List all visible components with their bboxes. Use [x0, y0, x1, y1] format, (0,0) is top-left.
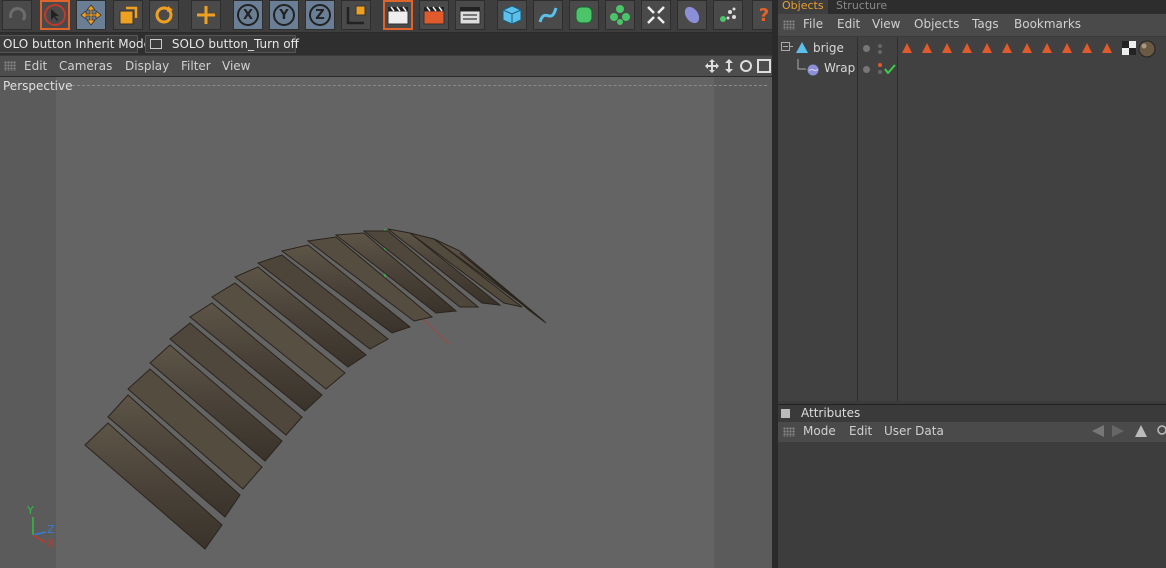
render-visibility-dot[interactable] [878, 63, 882, 67]
object-name[interactable]: Wrap [824, 61, 855, 75]
null-object-icon [796, 42, 808, 53]
attributes-menu-user-data[interactable]: User Data [884, 424, 944, 438]
world-axis-x-label: X [47, 537, 55, 550]
solo-bar: OLO button Inherit Mode SOLO button_Turn… [0, 33, 777, 55]
zoom-icon[interactable] [723, 59, 735, 73]
up-arrow-icon[interactable] [1134, 424, 1148, 438]
column-separator [857, 37, 858, 401]
rotate-icon[interactable] [149, 0, 179, 30]
solo-inherit-mode-button[interactable]: OLO button Inherit Mode [0, 35, 151, 53]
pan-icon[interactable] [705, 59, 719, 73]
viewport-menu-filter[interactable]: Filter [181, 59, 211, 73]
search-icon[interactable] [1155, 424, 1166, 438]
viewport-menu-edit[interactable]: Edit [24, 59, 47, 73]
main-toolbar: X Y Z ? [0, 0, 777, 33]
live-selection-icon[interactable] [40, 0, 70, 30]
coordinate-system-icon[interactable] [341, 0, 371, 30]
tag-row [902, 43, 1112, 53]
particles-icon[interactable] [713, 0, 743, 30]
grip-icon[interactable] [4, 61, 16, 71]
scale-icon[interactable] [113, 0, 143, 30]
collapse-icon[interactable] [781, 42, 793, 54]
y-axis-icon[interactable]: Y [269, 0, 299, 30]
cloner-icon[interactable] [605, 0, 635, 30]
object-name[interactable]: brige [813, 41, 844, 55]
enabled-check-icon[interactable] [884, 64, 896, 74]
attributes-menu-edit[interactable]: Edit [849, 424, 872, 438]
objects-menu-file[interactable]: File [803, 17, 823, 31]
solo-turn-off-label: SOLO button_Turn off [171, 37, 299, 51]
editor-visibility-dot[interactable] [863, 66, 870, 73]
world-axis-y-label: Y [27, 504, 34, 517]
render-settings-icon[interactable] [455, 0, 485, 30]
subdivision-icon[interactable] [569, 0, 599, 30]
orbit-icon[interactable] [739, 59, 753, 73]
world-axis-gizmo [32, 517, 47, 544]
undo-icon[interactable] [2, 0, 32, 30]
solo-turn-off-button[interactable]: SOLO button_Turn off [145, 35, 299, 53]
move-icon[interactable] [76, 0, 106, 30]
cube-icon[interactable] [497, 0, 527, 30]
objects-menu-view[interactable]: View [872, 17, 900, 31]
attributes-menu-mode[interactable]: Mode [803, 424, 836, 438]
grip-icon[interactable] [783, 20, 795, 30]
objects-menu-bookmarks[interactable]: Bookmarks [1014, 17, 1081, 31]
attributes-header: Attributes [778, 404, 1166, 423]
solo-icon [150, 39, 162, 49]
render-picture-icon[interactable] [419, 0, 449, 30]
wrap-deformer-icon [807, 64, 819, 76]
forward-arrow-icon[interactable] [1110, 425, 1126, 437]
deformer-icon[interactable] [641, 0, 671, 30]
viewport-menu-cameras[interactable]: Cameras [59, 59, 112, 73]
bridge-planks [84, 228, 547, 550]
viewport-menubar: Edit Cameras Display Filter View [0, 56, 774, 77]
objects-menu-tags[interactable]: Tags [972, 17, 999, 31]
world-axis-z-label: Z [47, 523, 55, 536]
object-row-brige[interactable]: brige [778, 39, 1166, 59]
viewport-menu-view[interactable]: View [222, 59, 250, 73]
objects-menu-objects[interactable]: Objects [914, 17, 959, 31]
spline-icon[interactable] [533, 0, 563, 30]
column-separator [897, 37, 898, 401]
z-axis-icon[interactable]: Z [305, 0, 335, 30]
render-view-icon[interactable] [383, 0, 413, 30]
viewport[interactable]: Perspective Y Z X [0, 77, 772, 568]
material-tag-icon[interactable] [1138, 40, 1156, 58]
object-manager-tabs: Objects Structure [778, 0, 1166, 14]
object-list: brige Wrap [778, 37, 1166, 401]
grip-icon[interactable] [783, 427, 795, 437]
bridge-object[interactable] [0, 77, 772, 568]
render-visibility-dot[interactable] [878, 44, 882, 48]
environment-icon[interactable] [677, 0, 707, 30]
render-visibility-dot[interactable] [878, 70, 882, 74]
editor-visibility-dot[interactable] [863, 45, 870, 52]
objects-menu-edit[interactable]: Edit [837, 17, 860, 31]
attributes-menubar: Mode Edit User Data [778, 422, 1166, 442]
x-axis-icon[interactable]: X [233, 0, 263, 30]
panel-icon [781, 409, 790, 418]
back-arrow-icon[interactable] [1090, 425, 1106, 437]
viewport-menu-display[interactable]: Display [125, 59, 169, 73]
object-manager-menubar: File Edit View Objects Tags Bookmarks [778, 14, 1166, 36]
tab-objects[interactable]: Objects [778, 0, 828, 14]
render-visibility-dot[interactable] [878, 50, 882, 54]
maximize-icon[interactable] [757, 59, 771, 73]
object-row-wrap[interactable]: Wrap [778, 59, 1166, 79]
checker-texture-tag-icon[interactable] [1122, 41, 1136, 55]
solo-inherit-mode-label: OLO button Inherit Mode [3, 37, 151, 51]
tab-structure[interactable]: Structure [832, 0, 891, 14]
attributes-title: Attributes [801, 406, 861, 420]
move-last-icon[interactable] [191, 0, 221, 30]
attributes-body [778, 442, 1166, 568]
